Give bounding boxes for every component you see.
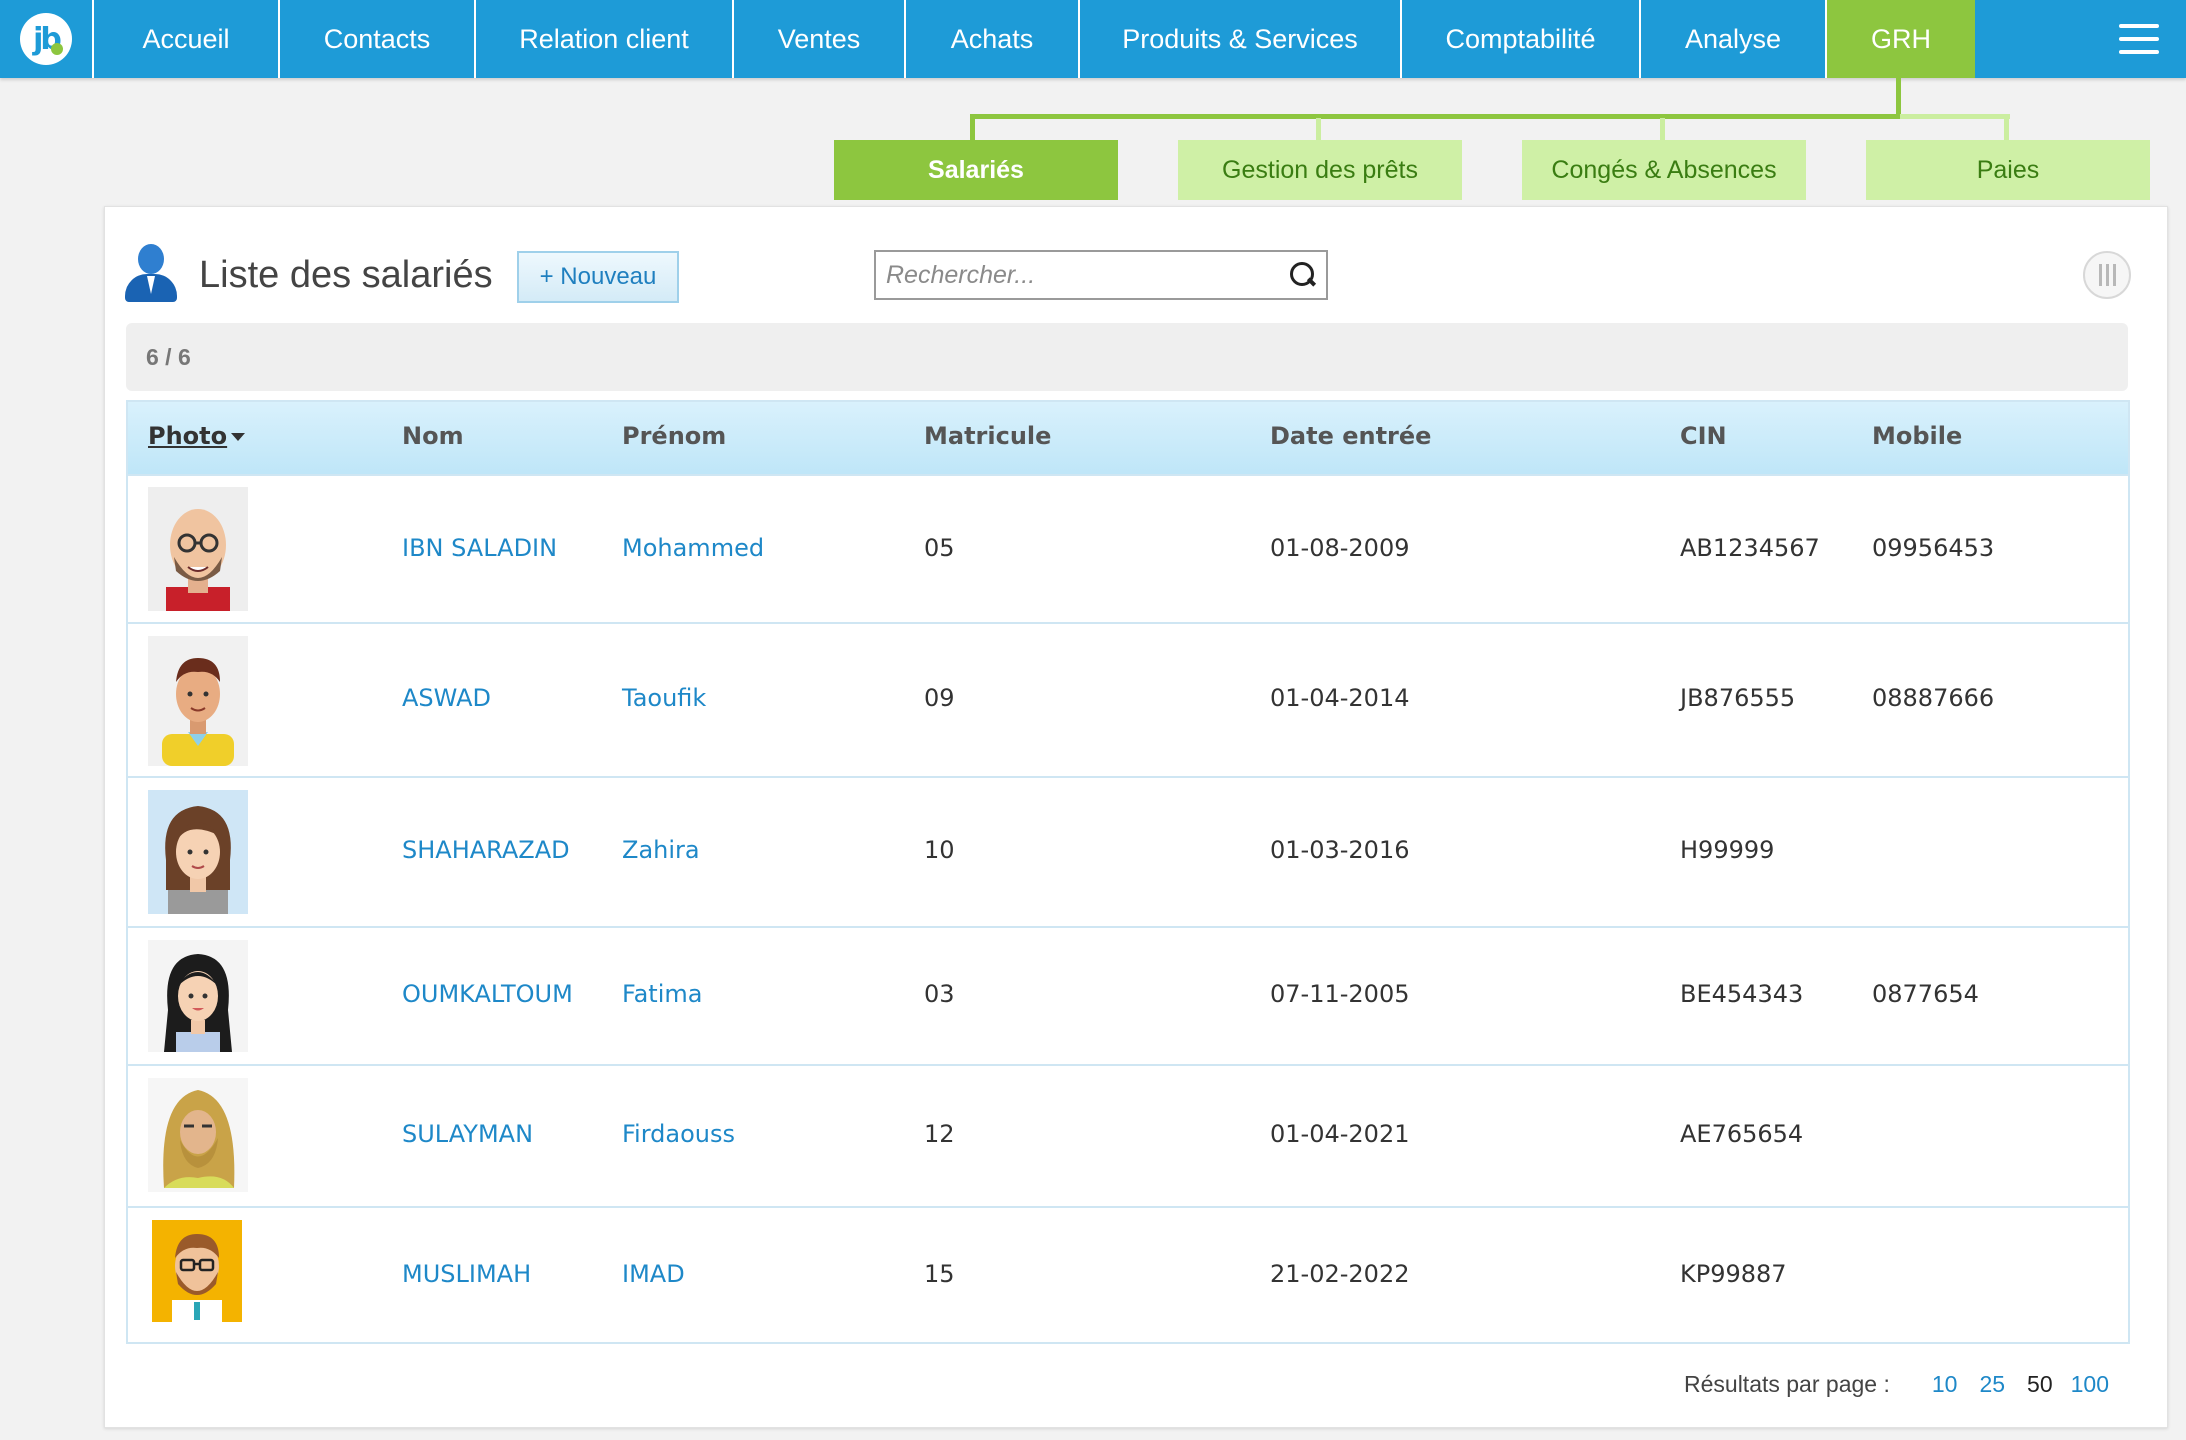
search-icon[interactable] xyxy=(1290,262,1316,288)
employee-prenom[interactable]: Zahira xyxy=(622,836,700,864)
employee-date-entree: 01-08-2009 xyxy=(1270,534,1410,562)
top-navigation: jb Accueil Contacts Relation client Vent… xyxy=(0,0,2186,78)
employee-nom[interactable]: ASWAD xyxy=(402,684,491,712)
search-box xyxy=(874,250,1328,300)
employee-list-panel: Liste des salariés + Nouveau 6 / 6 Photo… xyxy=(104,206,2168,1428)
user-icon xyxy=(125,244,177,306)
sort-desc-icon xyxy=(231,433,246,441)
nav-item-ventes[interactable]: Ventes xyxy=(732,0,904,78)
table-row[interactable]: IBN SALADIN Mohammed 05 01-08-2009 AB123… xyxy=(128,474,2128,622)
column-header-matricule[interactable]: Matricule xyxy=(924,422,1051,450)
subtab-salaries[interactable]: Salariés xyxy=(834,140,1118,200)
tab-connector-paies xyxy=(2004,118,2009,140)
nav-item-achats[interactable]: Achats xyxy=(904,0,1078,78)
per-page-option-10[interactable]: 10 xyxy=(1932,1371,1958,1398)
table-header: Photo Nom Prénom Matricule Date entrée C… xyxy=(128,402,2128,474)
employee-matricule: 05 xyxy=(924,534,955,562)
table-row[interactable]: SHAHARAZAD Zahira 10 01-03-2016 H99999 xyxy=(128,776,2128,926)
page-title: Liste des salariés xyxy=(199,253,493,296)
employee-cin: AB1234567 xyxy=(1680,534,1820,562)
nav-item-produits-services[interactable]: Produits & Services xyxy=(1078,0,1400,78)
app-logo[interactable]: jb xyxy=(0,0,92,78)
results-count-bar: 6 / 6 xyxy=(126,323,2128,391)
jb-logo-icon: jb xyxy=(20,13,72,65)
employee-cin: JB876555 xyxy=(1680,684,1796,712)
nav-item-relation-client[interactable]: Relation client xyxy=(474,0,732,78)
employee-date-entree: 01-04-2014 xyxy=(1270,684,1410,712)
employee-nom[interactable]: MUSLIMAH xyxy=(402,1260,531,1288)
employee-prenom[interactable]: Mohammed xyxy=(622,534,764,562)
man-yellow-sweater-avatar[interactable] xyxy=(148,636,248,766)
woman-black-hair-avatar[interactable] xyxy=(148,940,248,1052)
per-page-option-25[interactable]: 25 xyxy=(1979,1371,2005,1398)
results-per-page-label: Résultats par page : xyxy=(1684,1371,1890,1397)
employee-prenom[interactable]: Firdaouss xyxy=(622,1120,735,1148)
nav-item-comptabilite[interactable]: Comptabilité xyxy=(1400,0,1639,78)
tab-connector-vertical xyxy=(1896,78,1901,118)
nav-item-accueil[interactable]: Accueil xyxy=(92,0,278,78)
employee-matricule: 09 xyxy=(924,684,955,712)
tab-connector-light xyxy=(1900,114,2010,119)
employee-cin: KP99887 xyxy=(1680,1260,1787,1288)
table-row[interactable]: ASWAD Taoufik 09 01-04-2014 JB876555 088… xyxy=(128,622,2128,776)
per-page-option-100[interactable]: 100 xyxy=(2071,1371,2109,1398)
subtab-gestion-prets[interactable]: Gestion des prêts xyxy=(1178,140,1462,200)
employee-cin: BE454343 xyxy=(1680,980,1804,1008)
employee-nom[interactable]: OUMKALTOUM xyxy=(402,980,573,1008)
employee-matricule: 15 xyxy=(924,1260,955,1288)
employee-cin: AE765654 xyxy=(1680,1120,1804,1148)
tab-connector-prets xyxy=(1316,118,1321,140)
employee-mobile: 08887666 xyxy=(1872,684,1995,712)
employee-matricule: 12 xyxy=(924,1120,955,1148)
bearded-man-glasses-avatar[interactable] xyxy=(152,1220,242,1322)
employee-prenom[interactable]: Taoufik xyxy=(622,684,706,712)
panel-header: Liste des salariés xyxy=(125,243,493,307)
employee-nom[interactable]: IBN SALADIN xyxy=(402,534,557,562)
employee-date-entree: 01-03-2016 xyxy=(1270,836,1410,864)
column-header-cin[interactable]: CIN xyxy=(1680,422,1727,450)
employee-matricule: 03 xyxy=(924,980,955,1008)
employee-cin: H99999 xyxy=(1680,836,1775,864)
employee-date-entree: 01-04-2021 xyxy=(1270,1120,1410,1148)
employee-mobile: 09956453 xyxy=(1872,534,1995,562)
table-row[interactable]: OUMKALTOUM Fatima 03 07-11-2005 BE454343… xyxy=(128,926,2128,1064)
column-header-prenom[interactable]: Prénom xyxy=(622,422,726,450)
employee-mobile: 0877654 xyxy=(1872,980,1979,1008)
woman-brown-hair-avatar[interactable] xyxy=(148,790,248,914)
employee-nom[interactable]: SHAHARAZAD xyxy=(402,836,570,864)
employee-date-entree: 07-11-2005 xyxy=(1270,980,1410,1008)
column-header-mobile[interactable]: Mobile xyxy=(1872,422,1962,450)
table-row[interactable]: SULAYMAN Firdaouss 12 01-04-2021 AE76565… xyxy=(128,1064,2128,1206)
employee-matricule: 10 xyxy=(924,836,955,864)
tab-connector-conges xyxy=(1660,118,1665,140)
nav-item-grh[interactable]: GRH xyxy=(1825,0,1975,78)
tab-connector-salaries xyxy=(970,114,975,140)
subtab-conges-absences[interactable]: Congés & Absences xyxy=(1522,140,1806,200)
subtab-paies[interactable]: Paies xyxy=(1866,140,2150,200)
bald-man-glasses-avatar[interactable] xyxy=(148,487,248,611)
employee-prenom[interactable]: IMAD xyxy=(622,1260,685,1288)
hamburger-menu-icon[interactable] xyxy=(2092,0,2186,78)
results-count: 6 / 6 xyxy=(146,343,191,370)
tab-connector-horizontal xyxy=(970,114,1900,119)
columns-toggle-icon[interactable] xyxy=(2083,251,2131,299)
employees-table: Photo Nom Prénom Matricule Date entrée C… xyxy=(126,400,2130,1344)
nav-item-contacts[interactable]: Contacts xyxy=(278,0,474,78)
employee-date-entree: 21-02-2022 xyxy=(1270,1260,1410,1288)
employee-nom[interactable]: SULAYMAN xyxy=(402,1120,533,1148)
column-header-nom[interactable]: Nom xyxy=(402,422,464,450)
nav-item-analyse[interactable]: Analyse xyxy=(1639,0,1825,78)
per-page-option-50[interactable]: 50 xyxy=(2027,1371,2053,1398)
woman-hijab-avatar[interactable] xyxy=(148,1078,248,1192)
results-per-page: Résultats par page : 10 25 50 100 xyxy=(1684,1371,2109,1398)
column-header-photo[interactable]: Photo xyxy=(148,422,246,450)
search-input[interactable] xyxy=(876,252,1256,298)
employee-prenom[interactable]: Fatima xyxy=(622,980,702,1008)
new-employee-button[interactable]: + Nouveau xyxy=(517,251,679,303)
table-row[interactable]: MUSLIMAH IMAD 15 21-02-2022 KP99887 xyxy=(128,1206,2128,1342)
column-header-date-entree[interactable]: Date entrée xyxy=(1270,422,1431,450)
